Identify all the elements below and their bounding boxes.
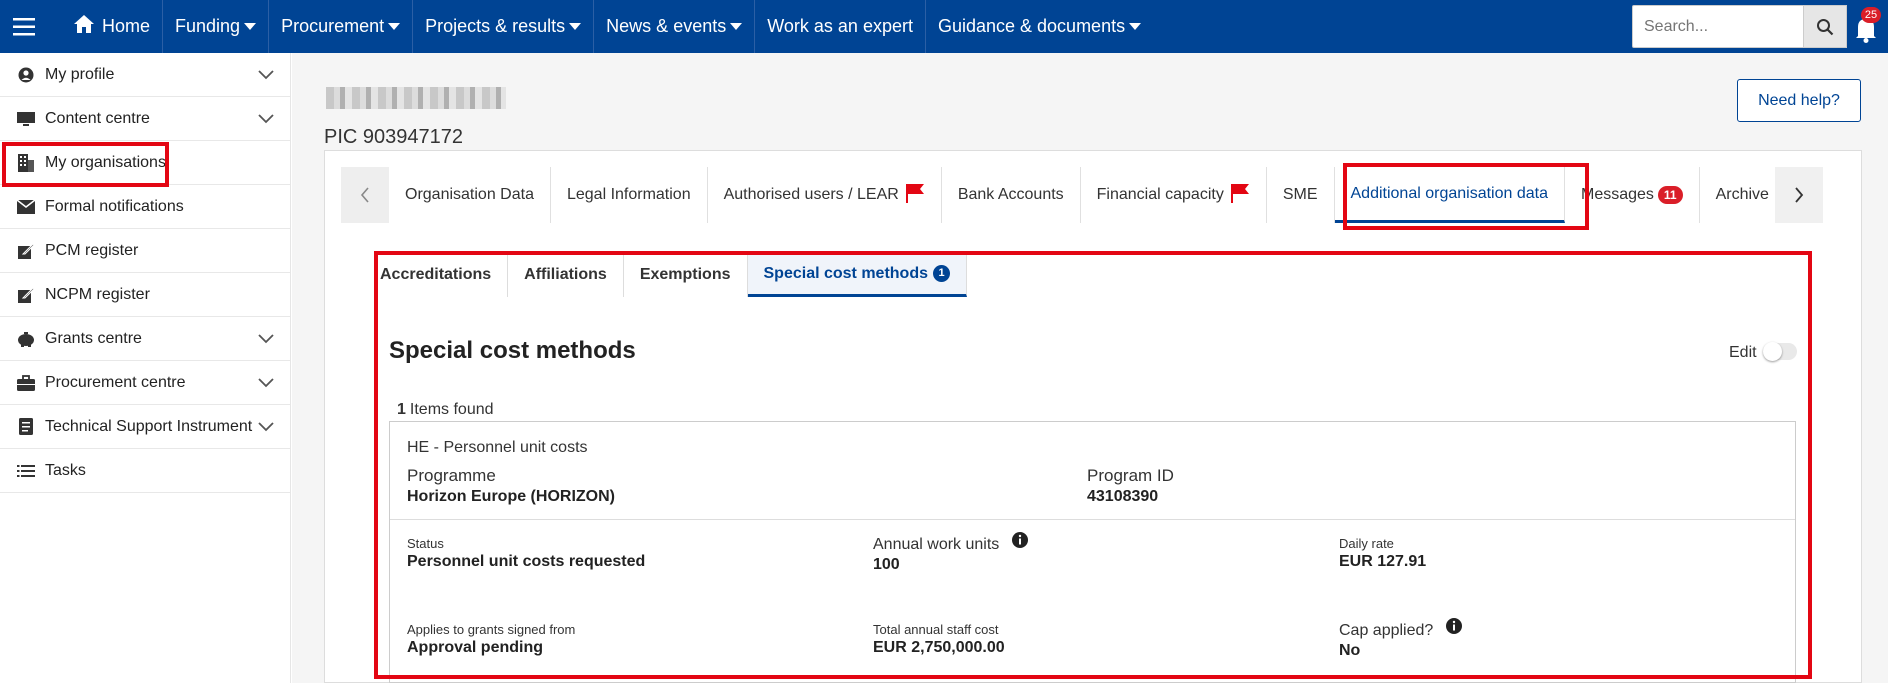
sidebar-item-label: My profile (45, 65, 115, 83)
tabs-scroll-right-icon[interactable] (1774, 167, 1823, 223)
sidebar-item-pcm-register[interactable]: PCM register (0, 229, 290, 273)
tab-label: Bank Accounts (957, 186, 1064, 203)
caret-down-icon (244, 23, 257, 30)
sidebar-item-label: Grants centre (45, 329, 142, 347)
search-button[interactable] (1803, 5, 1847, 48)
user-icon (17, 66, 35, 84)
flag-icon (1230, 183, 1250, 208)
piggy-bank-icon (17, 330, 35, 348)
tab-financial-capacity[interactable]: Financial capacity (1081, 167, 1267, 223)
nav-projects-results[interactable]: Projects & results (413, 0, 595, 53)
hamburger-menu-icon[interactable] (0, 0, 48, 53)
organisation-tabs: Organisation Data Legal Information Auth… (341, 167, 1823, 223)
nav-expert-label: Work as an expert (767, 16, 913, 36)
nav-funding[interactable]: Funding (163, 0, 270, 53)
tab-label: SME (1282, 186, 1318, 203)
monitor-icon (17, 110, 35, 128)
highlight-special-cost-methods-section (374, 251, 1812, 679)
highlight-my-organisations (2, 142, 169, 187)
tab-label: Organisation Data (405, 186, 534, 203)
chevron-down-icon[interactable] (258, 419, 274, 437)
tab-label: Financial capacity (1096, 186, 1224, 203)
chevron-down-icon[interactable] (258, 331, 274, 349)
edit-icon (17, 286, 35, 304)
pic-number: PIC 903947172 (324, 126, 464, 148)
sidebar-item-label: Procurement centre (45, 373, 186, 391)
nav-news-events[interactable]: News & events (594, 0, 756, 53)
flag-icon (905, 183, 925, 208)
organisation-name-blurred (326, 87, 506, 109)
list-icon (17, 462, 35, 480)
nav-procurement[interactable]: Procurement (269, 0, 414, 53)
sidebar-item-label: Formal notifications (45, 197, 184, 215)
briefcase-icon (17, 374, 35, 392)
nav-guidance-documents[interactable]: Guidance & documents (926, 0, 1153, 53)
sidebar-item-label: Content centre (45, 109, 150, 127)
nav-guidance-label: Guidance & documents (937, 16, 1126, 36)
sidebar-item-content-centre[interactable]: Content centre (0, 97, 290, 141)
sidebar-item-label: PCM register (45, 241, 139, 259)
home-icon (74, 15, 94, 38)
need-help-button[interactable]: Need help? (1737, 79, 1861, 122)
notification-count-badge: 25 (1861, 7, 1881, 23)
tab-bank-accounts[interactable]: Bank Accounts (942, 167, 1081, 223)
chevron-down-icon[interactable] (258, 111, 274, 129)
nav-procurement-label: Procurement (281, 16, 385, 36)
nav-funding-label: Funding (175, 16, 241, 36)
highlight-additional-organisation-data-tab (1343, 163, 1589, 230)
tab-label: Authorised users / LEAR (723, 186, 899, 203)
sidebar-item-label: Tasks (45, 461, 86, 479)
sidebar-item-procurement-centre[interactable]: Procurement centre (0, 361, 290, 405)
top-navigation-bar: Home Funding Procurement Projects & resu… (0, 0, 1888, 53)
nav-work-as-expert[interactable]: Work as an expert (755, 0, 926, 53)
tab-label: Messages (1580, 186, 1654, 203)
tab-legal-information[interactable]: Legal Information (551, 167, 708, 223)
sidebar-item-my-profile[interactable]: My profile (0, 53, 290, 97)
main-nav: Home Funding Procurement Projects & resu… (62, 0, 1153, 53)
nav-projects-label: Projects & results (425, 16, 566, 36)
tab-label: Legal Information (566, 186, 691, 203)
chevron-down-icon[interactable] (258, 375, 274, 393)
tab-organisation-data[interactable]: Organisation Data (389, 167, 551, 223)
chevron-down-icon[interactable] (258, 67, 274, 85)
tab-sme[interactable]: SME (1267, 167, 1335, 223)
tab-authorised-users-lear[interactable]: Authorised users / LEAR (708, 167, 942, 223)
caret-down-icon (1129, 23, 1142, 30)
tabs-scroll-left-icon[interactable] (341, 167, 389, 223)
sidebar-item-formal-notifications[interactable]: Formal notifications (0, 185, 290, 229)
nav-news-label: News & events (606, 16, 727, 36)
nav-home[interactable]: Home (62, 0, 164, 53)
envelope-icon (17, 198, 35, 216)
messages-count-badge: 11 (1657, 186, 1683, 204)
sidebar-item-label: NCPM register (45, 285, 150, 303)
document-icon (17, 418, 35, 436)
search-icon (1817, 18, 1834, 35)
sidebar-item-grants-centre[interactable]: Grants centre (0, 317, 290, 361)
tab-archive[interactable]: Archive (1700, 167, 1775, 223)
sidebar-item-ncpm-register[interactable]: NCPM register (0, 273, 290, 317)
caret-down-icon (388, 23, 401, 30)
search-input[interactable] (1632, 5, 1804, 48)
sidebar-item-label: Technical Support Instrument (45, 417, 253, 435)
tab-label: Archive (1715, 186, 1769, 203)
caret-down-icon (730, 23, 743, 30)
sidebar-item-tasks[interactable]: Tasks (0, 449, 290, 493)
sidebar-item-technical-support-instrument[interactable]: Technical Support Instrument (0, 405, 290, 449)
caret-down-icon (569, 23, 582, 30)
nav-home-label: Home (102, 16, 151, 36)
edit-icon (17, 242, 35, 260)
